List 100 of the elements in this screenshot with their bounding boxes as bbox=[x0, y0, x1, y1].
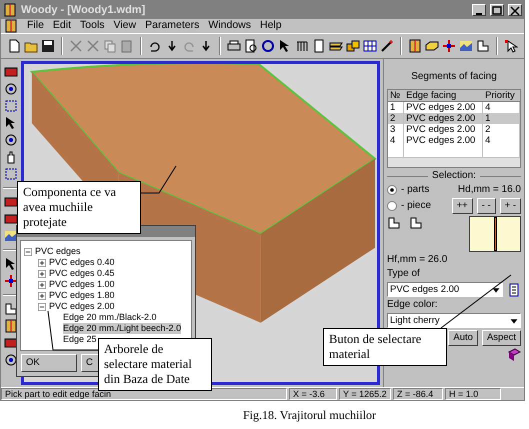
table-cell: 2 bbox=[482, 124, 520, 135]
tree-item[interactable]: Edge 20 mm./Light beech-2.0 bbox=[63, 323, 182, 334]
wand-icon[interactable] bbox=[380, 39, 394, 53]
dialog-button[interactable]: OK bbox=[21, 354, 77, 372]
table-cell: 3 bbox=[388, 124, 404, 135]
field-label: Type of bbox=[387, 268, 421, 280]
horizontal-scrollbar[interactable] bbox=[388, 157, 520, 167]
column-header: № bbox=[388, 90, 404, 102]
paste-icon[interactable] bbox=[120, 39, 134, 53]
menu-item[interactable]: View bbox=[114, 18, 136, 34]
table-cell: 2 bbox=[388, 113, 404, 124]
window-title: Woody - [Woody1.wdm] bbox=[21, 2, 146, 18]
expander-icon[interactable] bbox=[37, 280, 47, 290]
copy-icon[interactable] bbox=[103, 39, 117, 53]
callout-note: Arborele de selectare material din Baza de Date bbox=[98, 338, 212, 391]
menu-item[interactable]: Tools bbox=[80, 18, 105, 34]
tree-item[interactable]: PVC edges 2.00 bbox=[49, 301, 115, 312]
callout-note: Buton de selectare material bbox=[323, 328, 447, 366]
table-cell: PVC edges 2.00 bbox=[404, 124, 483, 135]
brick-icon[interactable] bbox=[4, 212, 18, 226]
leader-line bbox=[140, 166, 176, 194]
group-label: Selection: bbox=[432, 170, 476, 182]
cabinet-icon[interactable] bbox=[4, 319, 18, 333]
grid-icon[interactable] bbox=[363, 39, 377, 53]
cross-icon[interactable] bbox=[442, 39, 456, 53]
table-cell: 1 bbox=[482, 113, 520, 124]
radio-label: - parts bbox=[401, 184, 430, 196]
corner-icon[interactable] bbox=[387, 216, 401, 230]
tree-item[interactable]: PVC edges 0.40 bbox=[49, 257, 115, 268]
color-dropdown[interactable]: Light cherry bbox=[387, 313, 521, 328]
expander-icon[interactable] bbox=[23, 246, 33, 257]
column-header: Edge facing bbox=[404, 90, 483, 102]
callout-note: Componenta ce va avea muchiile protejate bbox=[17, 181, 141, 234]
cross-icon[interactable] bbox=[4, 274, 18, 288]
field-label: Edge color: bbox=[387, 299, 439, 311]
status-coordinate: H = 1.0 bbox=[445, 388, 501, 400]
landscape-icon[interactable] bbox=[4, 229, 18, 243]
column-header: Priority bbox=[482, 90, 520, 102]
tree-item[interactable]: Edge 20 mm./Black-2.0 bbox=[63, 312, 157, 324]
adjust-button[interactable]: + - bbox=[500, 198, 521, 214]
menu-item[interactable]: Parameters bbox=[145, 18, 200, 34]
target-icon[interactable] bbox=[4, 82, 18, 96]
type-dropdown[interactable]: PVC edges 2.00 bbox=[387, 282, 503, 297]
corner-icon[interactable] bbox=[476, 39, 490, 53]
target-icon[interactable] bbox=[4, 133, 18, 147]
brick-icon[interactable] bbox=[4, 336, 18, 350]
status-coordinate: Y = 1265.2 bbox=[339, 388, 391, 400]
cubes-icon[interactable] bbox=[346, 39, 360, 53]
new-file-icon[interactable] bbox=[7, 39, 21, 53]
frame-icon[interactable] bbox=[4, 99, 18, 113]
adjust-button[interactable]: - - bbox=[476, 198, 496, 214]
book-icon[interactable] bbox=[507, 348, 521, 362]
table-cell: PVC edges 2.00 bbox=[404, 135, 483, 146]
expander-icon[interactable] bbox=[37, 268, 47, 279]
floppy-icon[interactable] bbox=[41, 39, 55, 53]
status-coordinate: X = -3.6 bbox=[289, 388, 337, 400]
tree-item[interactable]: PVC edges bbox=[35, 246, 81, 258]
leader-line bbox=[48, 310, 98, 350]
radio-label: - piece bbox=[401, 200, 432, 212]
radio-button[interactable] bbox=[387, 185, 397, 195]
status-coordinate: Z = -86.4 bbox=[393, 388, 443, 400]
columns-icon[interactable] bbox=[295, 39, 309, 53]
panel-button[interactable]: Auto bbox=[448, 330, 478, 346]
print-preview-icon[interactable] bbox=[244, 39, 258, 53]
menu-item[interactable]: Help bbox=[260, 18, 282, 34]
adjust-button[interactable]: ++ bbox=[452, 198, 473, 214]
cabinet-icon[interactable] bbox=[408, 39, 422, 53]
tree-item[interactable]: Edge 25 bbox=[63, 334, 97, 346]
maximize-icon[interactable] bbox=[491, 4, 503, 16]
expander-icon[interactable] bbox=[37, 302, 47, 312]
tree-item[interactable]: PVC edges 0.45 bbox=[49, 268, 115, 280]
menu-item[interactable]: Edit bbox=[52, 18, 72, 34]
table-cell: 4 bbox=[388, 135, 404, 146]
list-icon[interactable] bbox=[507, 282, 521, 296]
menu-item[interactable]: File bbox=[27, 18, 44, 34]
radio-button[interactable] bbox=[387, 201, 397, 211]
corner-icon[interactable] bbox=[409, 216, 423, 230]
panel-button[interactable]: Aspect bbox=[482, 330, 521, 346]
target-icon[interactable] bbox=[4, 353, 18, 367]
printer-icon[interactable] bbox=[227, 39, 241, 53]
hf-readout: Hf,mm = 26.0 bbox=[387, 254, 448, 266]
panel-title: Segments of facing bbox=[410, 71, 498, 83]
edge-preview bbox=[469, 216, 521, 252]
box-icon[interactable] bbox=[425, 39, 439, 53]
brick-icon[interactable] bbox=[4, 65, 18, 79]
close-icon[interactable] bbox=[509, 4, 521, 16]
cursor-icon[interactable] bbox=[504, 39, 518, 53]
document-icon[interactable] bbox=[312, 39, 326, 53]
frame-icon[interactable] bbox=[4, 167, 18, 181]
expander-icon[interactable] bbox=[37, 258, 47, 268]
figure-caption: Fig.18. Vrajitorul muchiilor bbox=[242, 407, 378, 424]
expander-icon[interactable] bbox=[37, 290, 47, 301]
table-cell: PVC edges 2.00 bbox=[404, 113, 483, 124]
tree-item[interactable]: PVC edges 1.80 bbox=[49, 290, 115, 302]
menu-item[interactable]: Windows bbox=[208, 18, 251, 34]
cabinet-icon[interactable] bbox=[4, 19, 18, 33]
hd-readout: Hd,mm = 16.0 bbox=[458, 184, 521, 196]
tree-item[interactable]: PVC edges 1.00 bbox=[49, 279, 115, 290]
brick-icon[interactable] bbox=[4, 195, 18, 209]
corner-icon[interactable] bbox=[4, 302, 18, 316]
